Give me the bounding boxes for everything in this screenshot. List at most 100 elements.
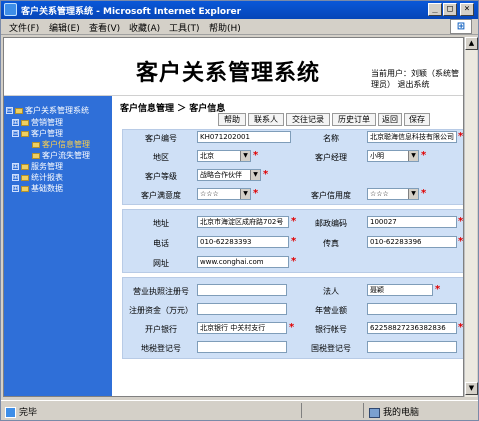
fax-field[interactable]: 010-62283396 [367,236,457,248]
required-mark: * [458,322,464,333]
business-info-section: 营业执照注册号 法人 聂颖 * 注册资金（万元） 年营业额 开户银行 北京银行 … [122,277,464,359]
scroll-up-icon[interactable]: ▲ [465,37,478,50]
menu-help[interactable]: 帮助(H) [209,21,241,34]
history-orders-button[interactable]: 历史订单 [332,113,376,126]
tree-item-customer-info[interactable]: 客户信息管理 [32,139,90,150]
customer-no-field[interactable]: KH071202001 [197,131,291,143]
folder-icon [21,119,29,126]
required-mark: * [289,322,295,333]
required-mark: * [458,131,464,142]
capital-field[interactable] [197,303,287,315]
tree-label: 客户管理 [31,129,63,138]
logout-link[interactable]: 退出系统 [398,80,430,89]
tree-item-basic-data[interactable]: ⊞ 基础数据 [12,183,63,194]
manager-select[interactable]: 小明 ▼ [367,150,419,162]
customer-no-label: 客户编号 [145,134,177,143]
postcode-field[interactable]: 100027 [367,216,457,228]
bank-account-field[interactable]: 62258827236382836 [367,322,457,334]
menu-bar: 文件(F) 编辑(E) 查看(V) 收藏(A) 工具(T) 帮助(H) ⊞ [1,19,478,35]
title-bar: 客户关系管理系统 - Microsoft Internet Explorer _… [1,1,478,19]
turnover-field[interactable] [367,303,457,315]
page-icon [32,152,40,159]
credit-label: 客户信用度 [311,191,351,200]
folder-icon [21,130,29,137]
name-field[interactable]: 北京聪海信息科技有限公司 [367,131,457,143]
name-label: 名称 [323,134,339,143]
legal-person-field[interactable]: 聂颖 [367,284,433,296]
website-field[interactable]: www.conghai.com [197,256,289,268]
system-title: 客户关系管理系统 [136,61,321,86]
phone-label: 电话 [153,239,169,248]
status-divider [363,403,364,418]
credit-select[interactable]: ☆☆☆ ▼ [367,188,419,200]
windows-logo-icon: ⊞ [450,19,472,34]
license-field[interactable] [197,284,287,296]
level-select[interactable]: 战略合作伙伴 ▼ [197,169,261,181]
save-button[interactable]: 保存 [404,113,430,126]
tree-item-service[interactable]: ⊞ 服务管理 [12,161,63,172]
tree-root[interactable]: ⊟ 客户关系管理系统 [6,105,89,116]
dropdown-arrow-icon: ▼ [250,170,260,180]
vertical-scrollbar[interactable]: ▲ ▼ [464,37,478,397]
tree-item-reports[interactable]: ⊞ 统计报表 [12,172,63,183]
expand-icon[interactable]: ⊞ [12,163,19,170]
basic-info-section: 客户编号 KH071202001 名称 北京聪海信息科技有限公司 * 地区 北京… [122,129,464,205]
capital-label: 注册资金（万元） [129,306,193,315]
tree-item-customer[interactable]: ⊟ 客户管理 [12,128,63,139]
scroll-down-icon[interactable]: ▼ [465,382,478,395]
close-button[interactable]: × [460,3,474,16]
tree-label: 服务管理 [31,162,63,171]
local-tax-field[interactable] [197,341,287,353]
dropdown-arrow-icon: ▼ [408,189,418,199]
region-value: 北京 [200,152,214,160]
tree-label: 基础数据 [31,184,63,193]
local-tax-label: 地税登记号 [141,344,181,353]
credit-value: ☆☆☆ [370,190,389,198]
minimize-button[interactable]: _ [428,3,442,16]
postcode-label: 邮政编码 [315,219,347,228]
menu-view[interactable]: 查看(V) [89,21,120,34]
satisfaction-select[interactable]: ☆☆☆ ▼ [197,188,251,200]
national-tax-field[interactable] [367,341,457,353]
bank-field[interactable]: 北京银行 中关村支行 [197,322,287,334]
contacts-button[interactable]: 联系人 [248,113,284,126]
satisfaction-label: 客户满意度 [141,191,181,200]
page-viewport: 客户关系管理系统 当前用户：刘颖（系统管理员） 退出系统 ⊟ 客户关系管理系统 ⊞… [3,37,464,397]
region-select[interactable]: 北京 ▼ [197,150,251,162]
fax-label: 传真 [323,239,339,248]
maximize-button[interactable]: □ [443,3,457,16]
tree-item-customer-churn[interactable]: 客户流失管理 [32,150,90,161]
menu-edit[interactable]: 编辑(E) [49,21,80,34]
required-mark: * [458,216,464,227]
page-banner: 客户关系管理系统 当前用户：刘颖（系统管理员） 退出系统 [4,38,463,96]
expand-icon[interactable]: ⊞ [12,119,19,126]
required-mark: * [421,150,427,161]
tree-label: 营销管理 [31,118,63,127]
menu-favorites[interactable]: 收藏(A) [129,21,160,34]
status-zone: 我的电脑 [369,405,419,418]
expand-icon[interactable]: ⊞ [12,174,19,181]
menu-tools[interactable]: 工具(T) [169,21,200,34]
bank-account-label: 银行帐号 [315,325,347,334]
required-mark: * [458,236,464,247]
address-label: 地址 [153,219,169,228]
tree-item-marketing[interactable]: ⊞ 营销管理 [12,117,63,128]
address-field[interactable]: 北京市海淀区成府路702号 [197,216,289,228]
back-button[interactable]: 返回 [378,113,402,126]
help-button[interactable]: 帮助 [218,113,246,126]
dropdown-arrow-icon: ▼ [240,151,250,161]
phone-field[interactable]: 010-62283393 [197,236,289,248]
menu-file[interactable]: 文件(F) [9,21,39,34]
status-zone-label: 我的电脑 [383,408,420,418]
tree-label: 统计报表 [31,173,63,182]
contact-info-section: 地址 北京市海淀区成府路702号 * 邮政编码 100027 * 电话 010-… [122,209,464,273]
folder-icon [21,174,29,181]
ie-app-icon [4,3,17,16]
collapse-icon[interactable]: ⊟ [12,130,19,137]
status-divider [301,403,302,418]
required-mark: * [253,188,259,199]
tree-label: 客户流失管理 [42,151,90,160]
collapse-icon[interactable]: ⊟ [6,107,13,114]
interaction-records-button[interactable]: 交往记录 [286,113,330,126]
expand-icon[interactable]: ⊞ [12,185,19,192]
